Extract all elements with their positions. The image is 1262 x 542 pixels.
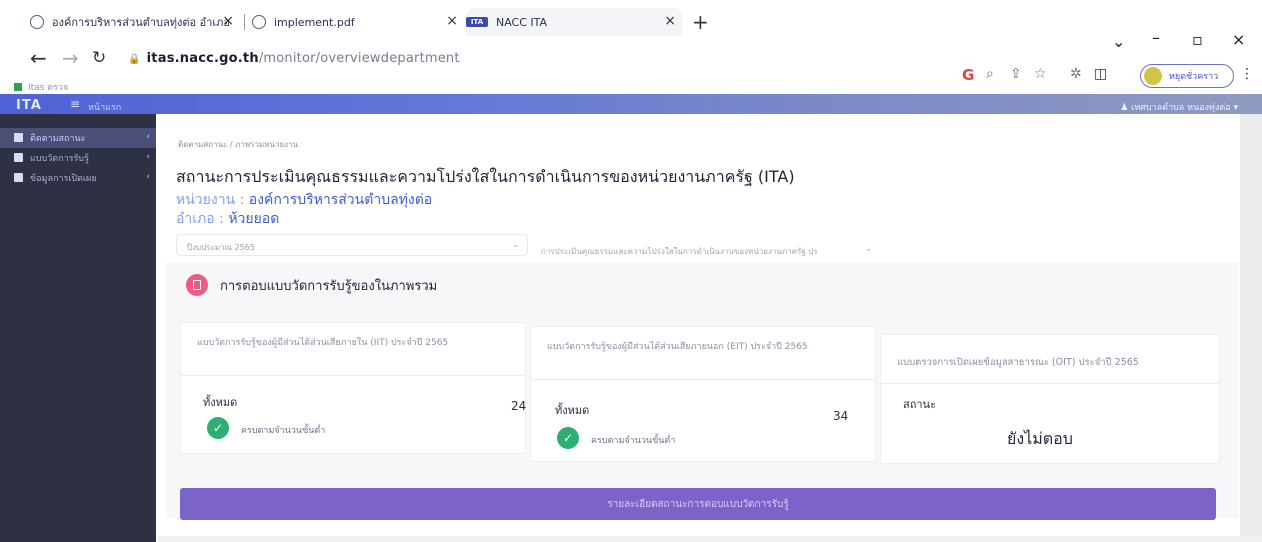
forward-arrow-icon[interactable]: → <box>62 46 79 70</box>
survey-icon <box>14 153 23 162</box>
breadcrumb[interactable]: ติดตามสถานะ / ภาพรวมหน่วยงาน <box>178 138 298 151</box>
total-label: ทั้งหมด <box>203 396 238 409</box>
card-header: แบบตรวจการเปิดเผยข้อมูลสาธารณะ (OIT) ประ… <box>897 357 1139 368</box>
sidebar: ติดตามสถานะ ‹ แบบวัดการรับรู้ ‹ ข้อมูลกา… <box>0 114 156 542</box>
oit-card: แบบตรวจการเปิดเผยข้อมูลสาธารณะ (OIT) ประ… <box>880 334 1220 464</box>
chevron-left-icon: ‹ <box>146 152 150 162</box>
unit-label: หน่วยงาน : <box>176 192 245 208</box>
chevron-down-icon: ⌄ <box>512 240 519 249</box>
url-host: itas.nacc.go.th <box>146 51 259 66</box>
scrollbar[interactable] <box>1240 114 1262 542</box>
sidebar-item-label: ติดตามสถานะ <box>30 134 86 144</box>
user-icon: ♟ <box>1120 103 1132 113</box>
browser-tab-ita[interactable]: ITA NACC ITA × <box>466 8 682 36</box>
divider <box>531 379 875 380</box>
close-icon[interactable]: × <box>222 13 234 29</box>
back-arrow-icon[interactable]: ← <box>30 46 47 70</box>
district-label: อำเภอ : <box>176 211 224 227</box>
sidebar-item-label: ข้อมูลการเปิดเผย <box>30 174 97 184</box>
card-header: แบบวัดการรับรู้ของผู้มีส่วนได้ส่วนเสียภา… <box>197 338 449 348</box>
url-field[interactable]: 🔒 itas.nacc.go.th/monitor/overviewdepartm… <box>128 51 460 66</box>
year-select-value: ปีงบประมาณ 2565 <box>187 243 255 252</box>
browser-tab-pdf[interactable]: implement.pdf × <box>252 8 464 36</box>
footer-strip <box>158 536 1262 542</box>
chevron-left-icon: ‹ <box>146 132 150 142</box>
status-label: สถานะ <box>903 398 936 411</box>
user-label: เทศบาลตำบล หนองทุ่งต่อ <box>1131 103 1231 113</box>
divider <box>881 383 1219 384</box>
view-details-button[interactable]: รายละเอียดสถานะการตอบแบบวัดการรับรู้ <box>180 488 1216 520</box>
sidebar-item-monitor[interactable]: ติดตามสถานะ ‹ <box>0 128 156 148</box>
assessment-select-value: การประเมินคุณธรรมและความโปร่งใสในการดำเน… <box>541 247 818 256</box>
section-title: การตอบแบบวัดการรับรู้ของในภาพรวม <box>220 278 438 294</box>
status-value: ยังไม่ตอบ <box>1007 429 1073 448</box>
hamburger-menu-icon[interactable]: ≡ <box>70 97 80 111</box>
close-icon[interactable]: × <box>446 13 458 29</box>
status-text: ครบตามจำนวนขั้นต่ำ <box>241 426 326 436</box>
bookmark-item[interactable]: Itas ตรวจ <box>14 80 68 94</box>
iit-card: แบบวัดการรับรู้ของผู้มีส่วนได้ส่วนเสียภา… <box>180 322 526 454</box>
browser-tab-label: implement.pdf <box>274 15 355 29</box>
unit-value: องค์การบริหารส่วนตำบลทุ่งต่อ <box>248 192 433 208</box>
bookmark-label: Itas ตรวจ <box>28 83 69 93</box>
assessment-select[interactable]: การประเมินคุณธรรมและความโปร่งใสในการดำเน… <box>533 240 878 260</box>
lock-icon: 🔒 <box>128 54 141 65</box>
total-value: 34 <box>833 409 849 423</box>
section-header: การตอบแบบวัดการรับรู้ของในภาพรวม <box>186 274 437 296</box>
browser-tab-abt[interactable]: องค์การบริหารส่วนตำบลทุ่งต่อ อำเภอ × <box>30 8 240 36</box>
globe-icon <box>30 15 44 29</box>
total-label: ทั้งหมด <box>555 404 590 417</box>
browser-tab-label: NACC ITA <box>496 15 548 29</box>
ita-favicon-icon: ITA <box>466 17 488 27</box>
status-text: ครบตามจำนวนขั้นต่ำ <box>591 436 676 446</box>
eit-card: แบบวัดการรับรู้ของผู้มีส่วนได้ส่วนเสียภา… <box>530 326 876 462</box>
document-icon <box>186 274 208 296</box>
divider <box>181 375 525 376</box>
chevron-left-icon: ‹ <box>146 172 150 182</box>
close-icon[interactable]: × <box>664 13 676 29</box>
new-tab-icon[interactable]: + <box>692 10 709 34</box>
sidebar-item-disclosure[interactable]: ข้อมูลการเปิดเผย ‹ <box>0 168 156 188</box>
sidebar-item-survey[interactable]: แบบวัดการรับรู้ ‹ <box>0 148 156 168</box>
bookmark-bar <box>0 78 1262 94</box>
card-header: แบบวัดการรับรู้ของผู้มีส่วนได้ส่วนเสียภา… <box>547 342 808 352</box>
chart-icon <box>14 133 23 142</box>
sidebar-item-label: แบบวัดการรับรู้ <box>30 154 89 164</box>
caret-down-icon: ▾ <box>1230 103 1238 113</box>
year-select[interactable]: ปีงบประมาณ 2565 ⌄ <box>176 234 528 256</box>
district-line: อำเภอ : ห้วยยอด <box>176 208 279 230</box>
check-circle-icon: ✓ <box>557 427 579 449</box>
chevron-down-icon: ⌄ <box>865 244 872 253</box>
home-link[interactable]: หน้าแรก <box>88 100 121 114</box>
bookmark-icon <box>14 83 22 91</box>
check-circle-icon: ✓ <box>207 417 229 439</box>
globe-icon <box>252 15 266 29</box>
reload-icon[interactable]: ↻ <box>92 48 106 68</box>
total-value: 24 <box>511 399 527 413</box>
ita-logo[interactable]: ITA <box>16 98 42 113</box>
user-menu[interactable]: ♟ เทศบาลตำบล หนองทุ่งต่อ ▾ <box>1120 100 1238 114</box>
document-icon <box>14 173 23 182</box>
tab-separator <box>244 14 245 30</box>
page-title: สถานะการประเมินคุณธรรมและความโปร่งใสในกา… <box>176 167 795 186</box>
url-path: /monitor/overviewdepartment <box>258 51 460 66</box>
app-header <box>0 94 1262 114</box>
browser-tab-label: องค์การบริหารส่วนตำบลทุ่งต่อ อำเภอ <box>52 16 231 29</box>
district-value: ห้วยยอด <box>228 211 280 227</box>
